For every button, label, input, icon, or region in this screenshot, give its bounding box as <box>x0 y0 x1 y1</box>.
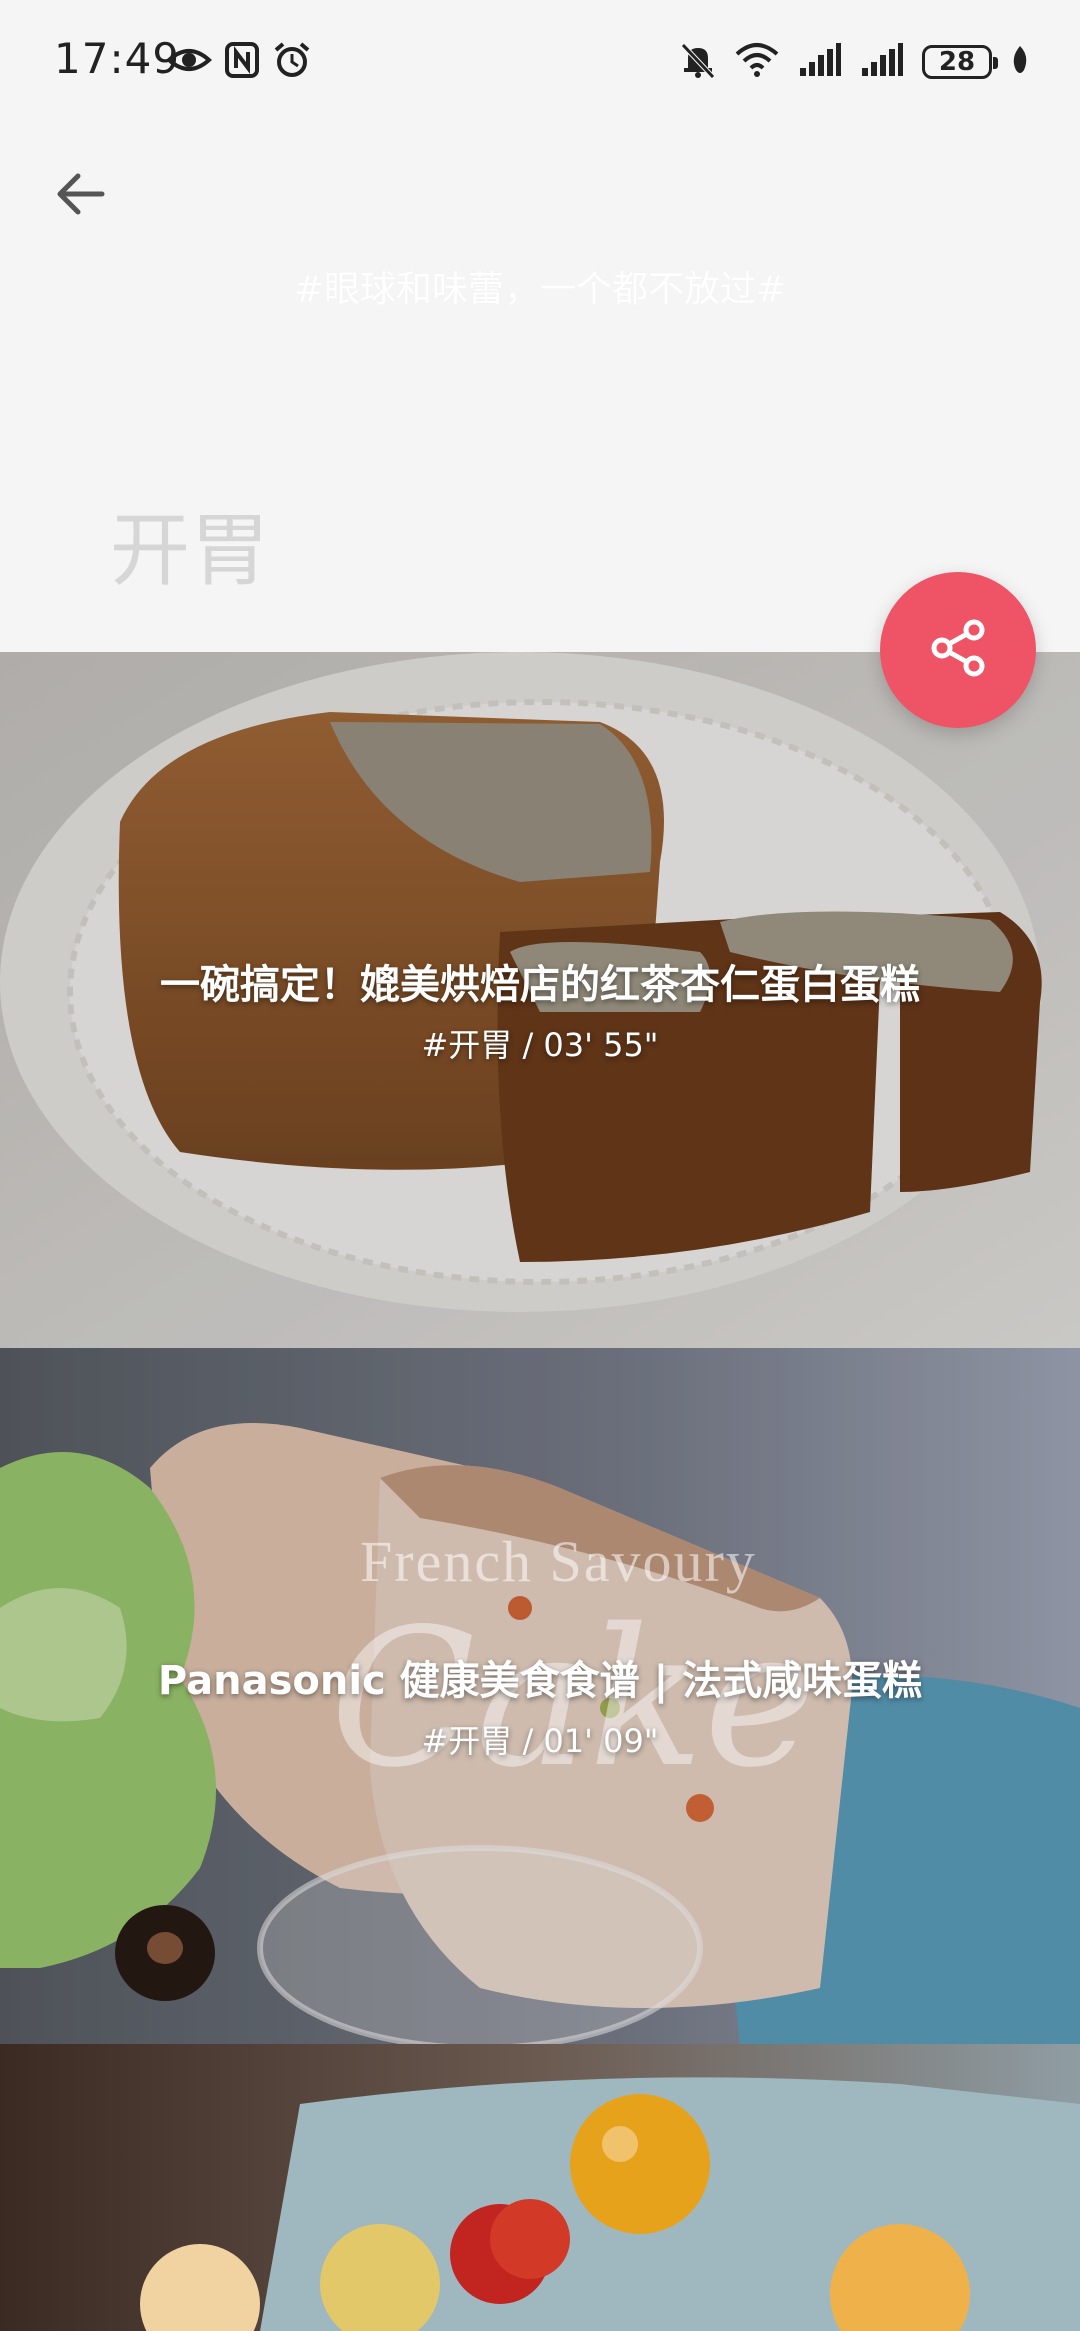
card-text: Panasonic 健康美食食谱 | 法式咸味蛋糕 #开胃 / 01' 09" <box>0 1648 1080 1762</box>
alarm-icon <box>272 40 312 84</box>
video-title: 一碗搞定！媲美烘焙店的红茶杏仁蛋白蛋糕 <box>160 962 920 1008</box>
video-thumbnail <box>0 2044 1080 2331</box>
video-meta: #开胃 / 01' 09" <box>421 1722 659 1760</box>
status-bar: 17:49 28 <box>0 0 1080 120</box>
share-button[interactable] <box>880 572 1036 728</box>
card-text: 一碗搞定！媲美烘焙店的红茶杏仁蛋白蛋糕 #开胃 / 03' 55" <box>0 952 1080 1066</box>
video-title: Panasonic 健康美食食谱 | 法式咸味蛋糕 <box>157 1658 923 1704</box>
status-left-icons <box>166 40 312 84</box>
slogan: #眼球和味蕾，一个都不放过# <box>293 269 787 310</box>
wifi-icon <box>734 40 780 84</box>
battery-indicator: 28 <box>922 45 998 79</box>
back-button[interactable] <box>44 160 116 232</box>
header: #眼球和味蕾，一个都不放过# 开胃 <box>0 120 1080 652</box>
video-card[interactable]: French Savoury Cake Panasonic 健康美食食谱 | 法… <box>0 1348 1080 2044</box>
video-card[interactable] <box>0 2044 1080 2331</box>
arrow-left-icon <box>54 172 106 220</box>
signal-icon <box>798 42 842 82</box>
leaf-icon <box>1010 44 1030 80</box>
page-title: 开胃 <box>110 504 270 597</box>
nfc-icon <box>224 40 260 84</box>
bell-off-icon <box>680 40 716 84</box>
status-time: 17:49 <box>54 34 181 83</box>
thumbnail-watermark-line1: French Savoury <box>360 1529 757 1594</box>
share-icon <box>926 616 990 684</box>
signal-icon <box>860 42 904 82</box>
status-right-icons: 28 <box>680 38 1030 86</box>
video-card[interactable]: 一碗搞定！媲美烘焙店的红茶杏仁蛋白蛋糕 #开胃 / 03' 55" <box>0 652 1080 1348</box>
eye-icon <box>166 40 212 84</box>
video-meta: #开胃 / 03' 55" <box>421 1026 659 1064</box>
